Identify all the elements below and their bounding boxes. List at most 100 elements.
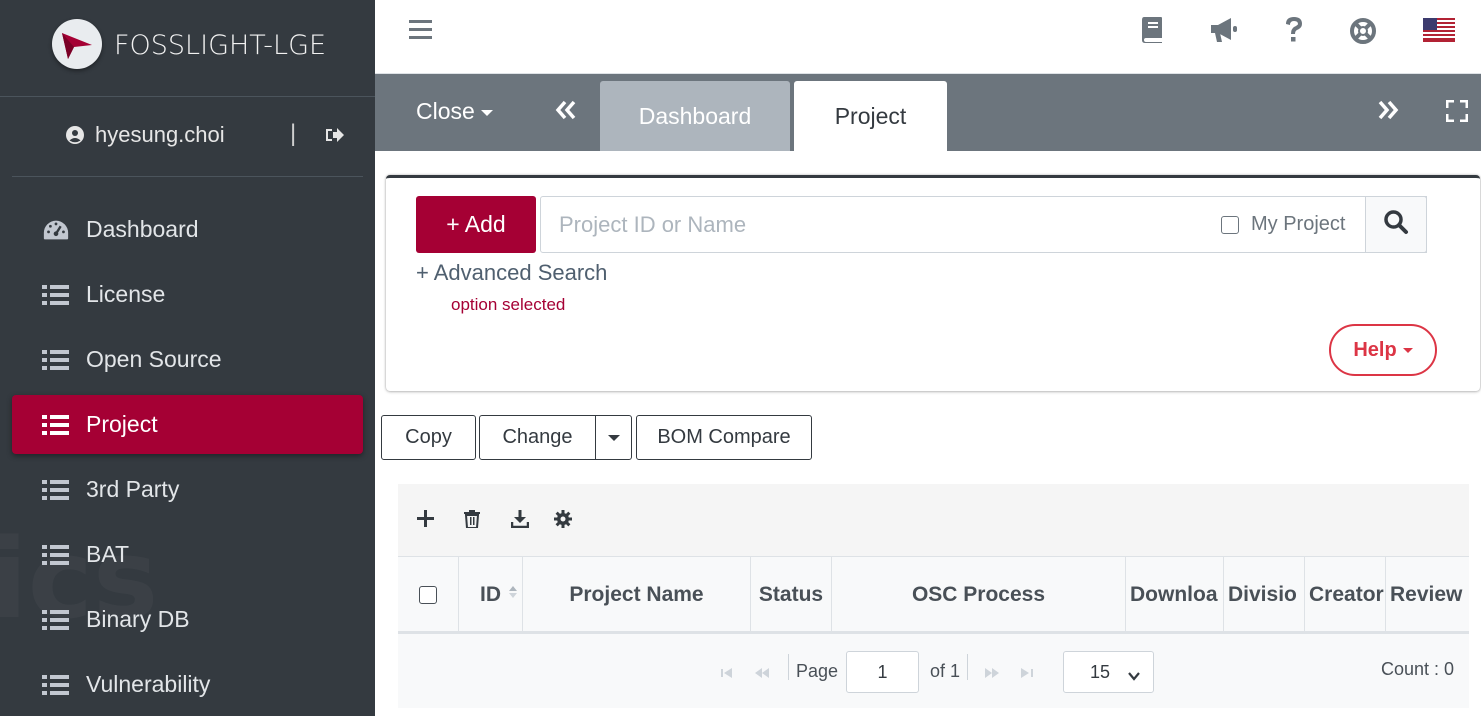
brand-text: FOSSLIGHT-LGE (114, 30, 327, 61)
top-navbar (375, 0, 1481, 74)
bullhorn-icon[interactable] (1209, 16, 1239, 49)
angle-double-left-icon[interactable] (555, 100, 577, 125)
column-header-status[interactable]: Status (751, 557, 832, 632)
user-panel: hyesung.choi | (12, 98, 363, 177)
sidebar-item-vulnerability[interactable]: Vulnerability (12, 652, 363, 716)
column-header-review[interactable]: Review (1386, 557, 1469, 632)
caret-down-icon (607, 434, 620, 441)
column-header-division[interactable]: Divisio (1224, 557, 1305, 632)
sidebar-item-open-source[interactable]: Open Source (12, 327, 363, 392)
page-number-input[interactable]: 1 (846, 651, 919, 693)
sidebar: ics FOSSLIGHT-LGE hyesung.choi | Dashboa… (0, 0, 375, 716)
column-header-id[interactable]: ID (459, 557, 523, 632)
life-ring-icon[interactable] (1350, 16, 1376, 50)
plus-icon[interactable] (417, 510, 434, 532)
last-page-icon[interactable] (1019, 663, 1035, 684)
gear-icon[interactable] (554, 510, 572, 533)
list-icon (42, 348, 70, 372)
page-total-label: of 1 (930, 661, 961, 681)
book-icon[interactable] (1141, 16, 1163, 49)
tab-dashboard[interactable]: Dashboard (600, 81, 790, 151)
tab-bar: Close Dashboard Project (375, 74, 1481, 151)
pager-separator (967, 654, 968, 680)
sidebar-item-label: Open Source (86, 346, 222, 372)
list-icon (42, 608, 70, 632)
user-separator: | (290, 120, 297, 147)
column-header-project-name[interactable]: Project Name (523, 557, 751, 632)
change-button[interactable]: Change (479, 415, 596, 460)
sidebar-item-binary-db[interactable]: Binary DB (12, 587, 363, 652)
logout-icon[interactable] (324, 126, 344, 149)
my-project-label: My Project (1251, 213, 1346, 235)
us-flag-icon[interactable] (1423, 18, 1455, 47)
fullscreen-icon[interactable] (1445, 99, 1469, 127)
search-box: My Project (540, 196, 1427, 253)
copy-button[interactable]: Copy (381, 415, 476, 460)
column-header-download[interactable]: Downloa (1126, 557, 1224, 632)
user-name[interactable]: hyesung.choi (95, 122, 225, 148)
column-label: ID (480, 582, 501, 606)
list-icon (42, 673, 70, 697)
my-project-checkbox[interactable]: My Project (1221, 213, 1345, 236)
hamburger-menu-icon[interactable] (409, 19, 433, 46)
search-button[interactable] (1365, 196, 1427, 253)
brand-logo (52, 19, 102, 69)
help-label: Help (1353, 338, 1397, 361)
close-label: Close (416, 98, 475, 124)
advanced-search-link[interactable]: + Advanced Search (416, 260, 607, 286)
sidebar-item-dashboard[interactable]: Dashboard (12, 197, 363, 262)
project-grid: ID Project Name Status OSC Process Downl… (398, 484, 1469, 708)
rows-per-page-value: 15 (1090, 661, 1111, 682)
trash-icon[interactable] (464, 510, 480, 533)
sidebar-item-project[interactable]: Project (12, 395, 363, 454)
caret-down-icon (1402, 347, 1413, 353)
page-label: Page (796, 661, 839, 681)
pager-separator (788, 654, 789, 680)
help-button[interactable]: Help (1329, 324, 1437, 376)
chevron-down-icon (1127, 666, 1141, 687)
sidebar-item-label: BAT (86, 541, 130, 567)
next-page-icon[interactable] (982, 663, 1000, 684)
record-count: Count : 0 (1381, 659, 1455, 679)
bom-compare-button[interactable]: BOM Compare (636, 415, 812, 460)
column-header-osc-process[interactable]: OSC Process (832, 557, 1126, 632)
first-page-icon[interactable] (720, 663, 736, 684)
add-project-button[interactable]: + Add (416, 196, 536, 253)
search-card: + Add My Project + Advanced Search optio… (386, 175, 1480, 391)
checkbox[interactable] (1221, 215, 1239, 234)
sidebar-item-label: 3rd Party (86, 476, 180, 502)
user-circle-icon (66, 126, 84, 149)
sort-icon (508, 581, 518, 605)
column-header-creator[interactable]: Creator (1305, 557, 1386, 632)
sidebar-item-label: License (86, 281, 166, 307)
sidebar-item-label: Dashboard (86, 216, 199, 242)
grid-pager: Page 1 of 1 15 Count : 0 (398, 634, 1469, 708)
option-selected-text: option selected (451, 295, 566, 314)
list-icon (42, 283, 70, 307)
caret-down-icon (480, 109, 493, 116)
grid-toolbar (398, 484, 1469, 556)
sidebar-item-label: Vulnerability (86, 671, 211, 697)
brand-link[interactable]: FOSSLIGHT-LGE (0, 0, 375, 97)
change-dropdown-toggle[interactable] (595, 415, 632, 460)
download-icon[interactable] (510, 510, 530, 533)
sidebar-item-bat[interactable]: BAT (12, 522, 363, 587)
select-all-checkbox[interactable] (419, 585, 437, 604)
select-all-cell (398, 557, 459, 632)
sidebar-item-license[interactable]: License (12, 262, 363, 327)
list-icon (42, 478, 70, 502)
tachometer-icon (42, 218, 70, 242)
angle-double-right-icon[interactable] (1377, 100, 1399, 125)
grid-header: ID Project Name Status OSC Process Downl… (398, 556, 1469, 634)
search-input[interactable] (559, 211, 1179, 239)
sidebar-item-label: Project (86, 411, 158, 437)
list-icon (42, 413, 70, 437)
question-icon[interactable] (1283, 16, 1305, 49)
sidebar-item-label: Binary DB (86, 606, 190, 632)
tab-project[interactable]: Project (794, 81, 947, 151)
search-icon (1383, 209, 1409, 240)
prev-page-icon[interactable] (754, 663, 772, 684)
close-tabs-dropdown[interactable]: Close (416, 98, 493, 125)
sidebar-item-3rd-party[interactable]: 3rd Party (12, 457, 363, 522)
rows-per-page-select[interactable]: 15 (1063, 651, 1154, 693)
